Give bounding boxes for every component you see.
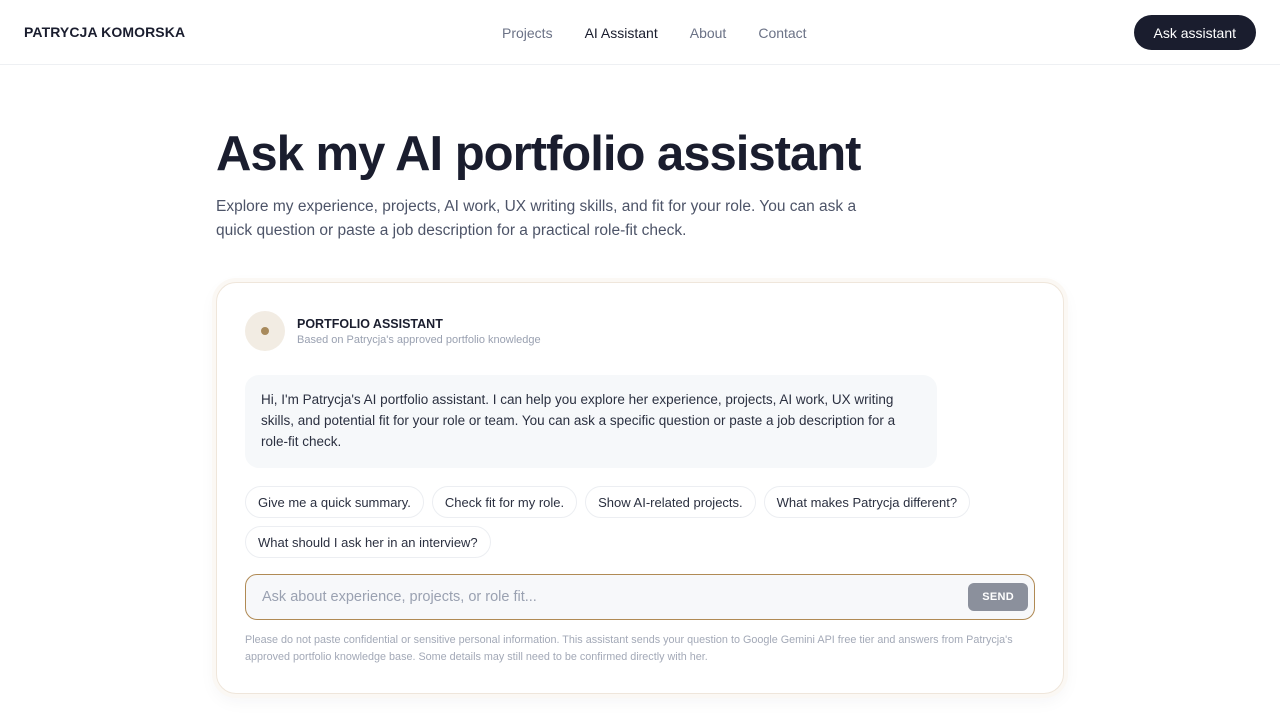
assistant-header: PORTFOLIO ASSISTANT Based on Patrycja's …	[245, 311, 541, 351]
nav-link-about[interactable]: About	[690, 25, 727, 41]
nav-link-ai-assistant[interactable]: AI Assistant	[585, 25, 658, 41]
privacy-disclaimer: Please do not paste confidential or sens…	[245, 634, 1013, 663]
suggestion-chip-summary[interactable]: Give me a quick summary.	[245, 486, 424, 518]
top-navigation-bar: PATRYCJA KOMORSKA Projects AI Assistant …	[0, 0, 1280, 65]
suggestion-chip-interview[interactable]: What should I ask her in an interview?	[245, 526, 491, 558]
assistant-avatar	[245, 311, 285, 351]
assistant-subtitle: Based on Patrycja's approved portfolio k…	[297, 333, 541, 346]
brand-logo[interactable]: PATRYCJA KOMORSKA	[24, 24, 185, 40]
send-button[interactable]: SEND	[968, 583, 1028, 611]
suggestion-chip-ai-projects[interactable]: Show AI-related projects.	[585, 486, 756, 518]
ask-assistant-button[interactable]: Ask assistant	[1133, 15, 1256, 50]
page-subtitle: Explore my experience, projects, AI work…	[216, 198, 857, 239]
message-composer: SEND	[245, 574, 1035, 620]
assistant-greeting-message: Hi, I'm Patrycja's AI portfolio assistan…	[245, 375, 937, 468]
assistant-chat-card: PORTFOLIO ASSISTANT Based on Patrycja's …	[216, 282, 1064, 694]
suggestion-chip-different[interactable]: What makes Patrycja different?	[763, 486, 971, 518]
main-nav: Projects AI Assistant About Contact	[502, 0, 839, 65]
assistant-header-text: PORTFOLIO ASSISTANT Based on Patrycja's …	[297, 317, 541, 346]
chat-input[interactable]	[262, 589, 969, 605]
assistant-title: PORTFOLIO ASSISTANT	[297, 316, 443, 331]
suggestion-chips: Give me a quick summary. Check fit for m…	[245, 486, 1025, 558]
hero-section: Ask my AI portfolio assistant Explore my…	[216, 124, 916, 243]
nav-link-projects[interactable]: Projects	[502, 25, 553, 41]
page-title: Ask my AI portfolio assistant	[216, 127, 861, 181]
nav-link-contact[interactable]: Contact	[758, 25, 806, 41]
assistant-dot-icon	[261, 327, 269, 335]
suggestion-chip-role-fit[interactable]: Check fit for my role.	[431, 486, 578, 518]
